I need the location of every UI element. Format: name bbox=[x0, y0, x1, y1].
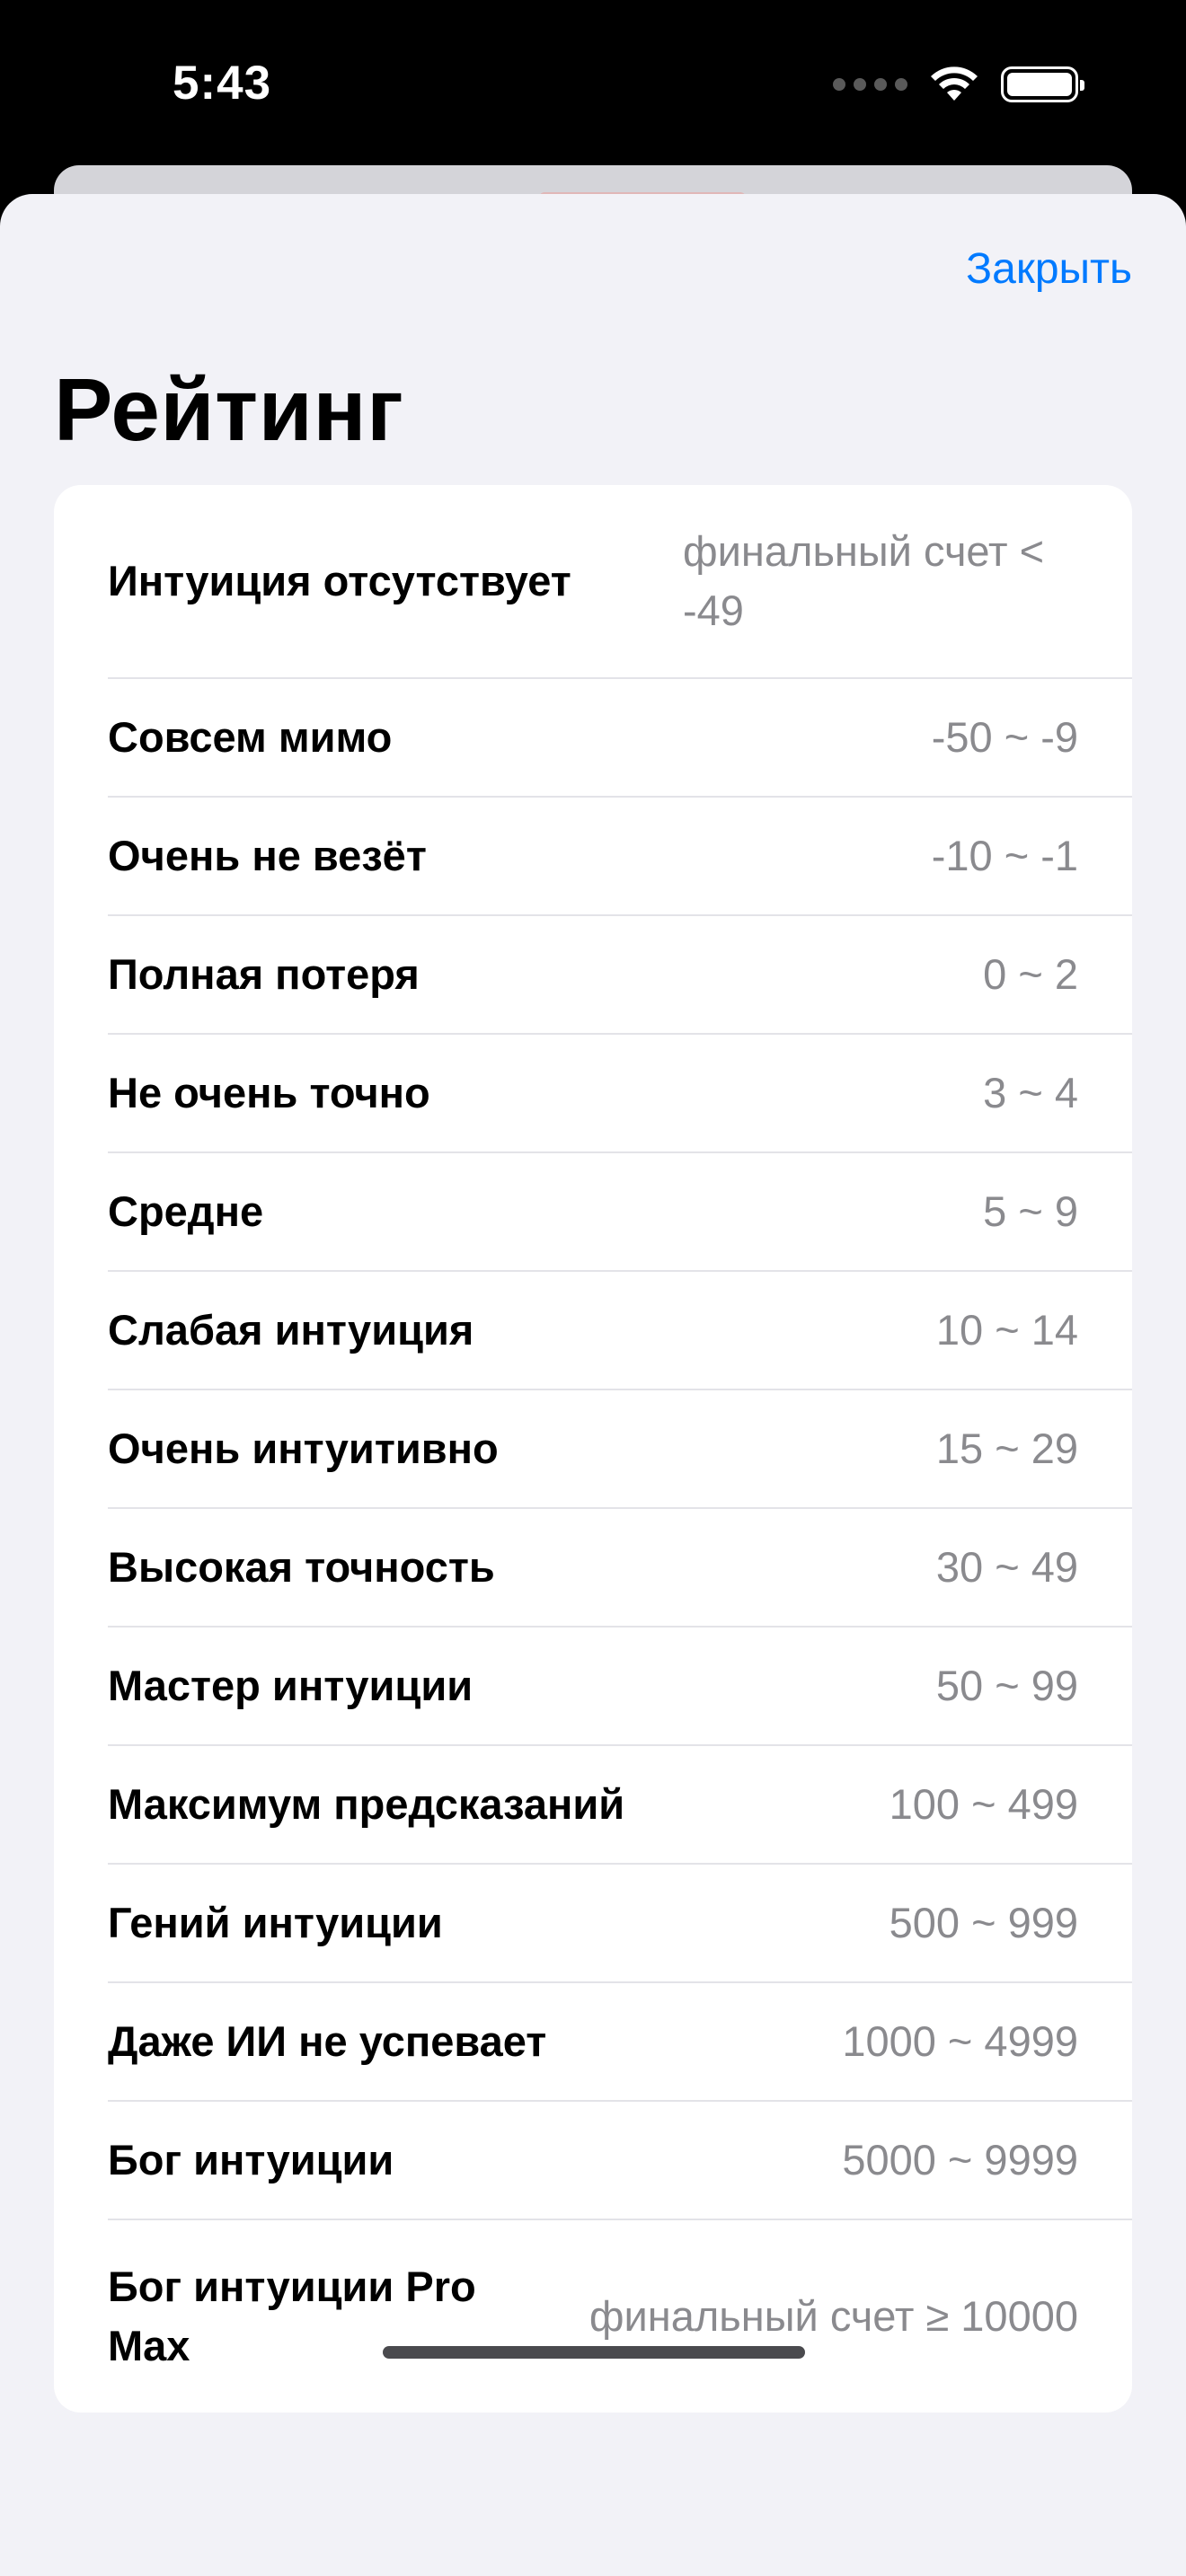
rating-row-13: Даже ИИ не успевает 1000 ~ 4999 bbox=[54, 1983, 1132, 2100]
status-icons bbox=[833, 65, 1084, 104]
page-title: Рейтинг bbox=[54, 360, 404, 459]
rating-range: 0 ~ 2 bbox=[983, 950, 1078, 998]
rating-range: 10 ~ 14 bbox=[935, 1306, 1078, 1354]
rating-range: 1000 ~ 4999 bbox=[842, 2017, 1078, 2065]
rating-row-5: Не очень точно 3 ~ 4 bbox=[54, 1035, 1132, 1151]
rating-range: 500 ~ 999 bbox=[889, 1899, 1078, 1946]
rating-label: Интуиция отсутствует bbox=[108, 557, 571, 604]
rating-label: Полная потеря bbox=[108, 950, 420, 998]
status-time: 5:43 bbox=[173, 57, 272, 110]
rating-label: Слабая интуиция bbox=[108, 1306, 474, 1354]
rating-range: 3 ~ 4 bbox=[983, 1069, 1078, 1116]
rating-row-14: Бог интуиции 5000 ~ 9999 bbox=[54, 2102, 1132, 2219]
rating-label: Мастер интуиции bbox=[108, 1662, 474, 1709]
rating-label: Не очень точно bbox=[108, 1069, 430, 1116]
rating-row-9: Высокая точность 30 ~ 49 bbox=[54, 1509, 1132, 1626]
rating-row-4: Полная потеря 0 ~ 2 bbox=[54, 916, 1132, 1033]
rating-range: финальный счет ≥ 10000 bbox=[589, 2292, 1078, 2340]
rating-sheet: Закрыть Рейтинг Интуиция отсутствует фин… bbox=[0, 194, 1186, 2576]
rating-range: -50 ~ -9 bbox=[931, 713, 1078, 761]
rating-range: -10 ~ -1 bbox=[931, 832, 1078, 879]
rating-label: Совсем мимо bbox=[108, 713, 393, 761]
rating-label: Очень не везёт bbox=[108, 832, 427, 879]
rating-range: 100 ~ 499 bbox=[889, 1780, 1078, 1828]
rating-list: Интуиция отсутствует финальный счет < -4… bbox=[54, 485, 1132, 2413]
rating-row-10: Мастер интуиции 50 ~ 99 bbox=[54, 1628, 1132, 1744]
rating-row-12: Гений интуиции 500 ~ 999 bbox=[54, 1865, 1132, 1981]
rating-row-15: Бог интуиции Pro Max финальный счет ≥ 10… bbox=[54, 2220, 1132, 2413]
rating-row-1: Интуиция отсутствует финальный счет < -4… bbox=[54, 485, 1132, 677]
rating-row-11: Максимум предсказаний 100 ~ 499 bbox=[54, 1746, 1132, 1863]
home-indicator[interactable] bbox=[383, 2346, 805, 2359]
rating-label: Бог интуиции bbox=[108, 2136, 394, 2183]
rating-label: Средне bbox=[108, 1187, 264, 1235]
rating-range: 30 ~ 49 bbox=[935, 1543, 1078, 1591]
rating-label: Даже ИИ не успевает bbox=[108, 2017, 547, 2065]
rating-label: Гений интуиции bbox=[108, 1899, 443, 1946]
rating-row-6: Средне 5 ~ 9 bbox=[54, 1153, 1132, 1270]
rating-range: 5 ~ 9 bbox=[983, 1187, 1078, 1235]
rating-row-2: Совсем мимо -50 ~ -9 bbox=[54, 679, 1132, 796]
rating-row-8: Очень интуитивно 15 ~ 29 bbox=[54, 1390, 1132, 1507]
rating-range: 5000 ~ 9999 bbox=[842, 2136, 1078, 2183]
rating-range: финальный счет < -49 bbox=[683, 527, 1045, 634]
rating-label: Максимум предсказаний bbox=[108, 1780, 625, 1828]
rating-label: Высокая точность bbox=[108, 1543, 495, 1591]
rating-row-3: Очень не везёт -10 ~ -1 bbox=[54, 798, 1132, 914]
rating-row-7: Слабая интуиция 10 ~ 14 bbox=[54, 1272, 1132, 1389]
rating-label: Очень интуитивно bbox=[108, 1425, 499, 1472]
rating-range: 15 ~ 29 bbox=[935, 1425, 1078, 1472]
wifi-icon bbox=[931, 66, 978, 101]
battery-icon bbox=[1001, 66, 1084, 102]
status-bar: 5:43 bbox=[0, 0, 1186, 180]
close-button[interactable]: Закрыть bbox=[966, 244, 1132, 294]
signal-dots-icon bbox=[833, 78, 907, 91]
rating-range: 50 ~ 99 bbox=[935, 1662, 1078, 1709]
